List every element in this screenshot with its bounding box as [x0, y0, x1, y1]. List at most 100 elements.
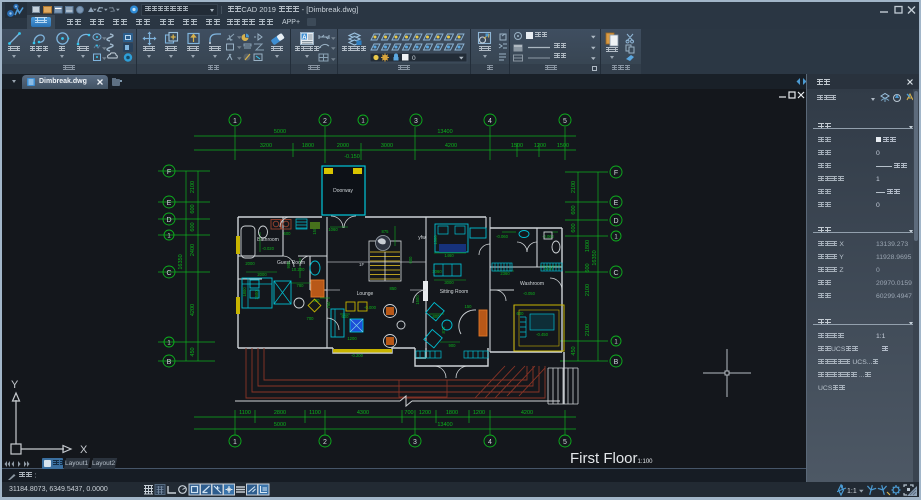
svg-text:900: 900: [449, 343, 457, 348]
svg-text:D: D: [166, 217, 171, 224]
svg-text:1: 1: [233, 118, 237, 125]
svg-text:1200: 1200: [534, 143, 546, 149]
svg-text:B: B: [167, 359, 172, 366]
svg-text:5000: 5000: [274, 422, 286, 428]
svg-text:1800: 1800: [446, 410, 458, 416]
svg-text:4: 4: [488, 118, 492, 125]
svg-text:10.200: 10.200: [292, 267, 305, 272]
svg-text:yfw: yfw: [418, 235, 426, 241]
svg-text:2000: 2000: [245, 261, 255, 266]
svg-text:3: 3: [413, 439, 417, 446]
svg-text:-0.060: -0.060: [496, 234, 509, 239]
svg-text:1100: 1100: [239, 410, 251, 416]
svg-text:2000: 2000: [257, 272, 267, 277]
svg-text:1: 1: [167, 234, 171, 240]
svg-text:Doorway: Doorway: [333, 188, 353, 194]
svg-text:4200: 4200: [445, 143, 457, 149]
svg-text:2100: 2100: [585, 324, 591, 336]
svg-text:-0.450: -0.450: [536, 332, 549, 337]
svg-text:16350: 16350: [178, 254, 184, 269]
svg-text:875: 875: [382, 229, 390, 234]
svg-text:450: 450: [571, 346, 577, 355]
svg-text:600: 600: [408, 256, 413, 264]
svg-text:16350: 16350: [592, 250, 598, 265]
svg-text:450: 450: [190, 347, 196, 356]
svg-text:2100: 2100: [585, 284, 591, 296]
svg-text:700: 700: [404, 410, 413, 416]
svg-text:Bathroom: Bathroom: [257, 237, 279, 243]
svg-text:600: 600: [190, 204, 196, 213]
svg-text:1500: 1500: [433, 235, 438, 245]
svg-text:2360: 2360: [500, 271, 510, 276]
svg-text:F: F: [167, 169, 171, 176]
svg-text:1800: 1800: [585, 240, 591, 252]
svg-text:Y: Y: [11, 379, 19, 391]
svg-text:5: 5: [563, 439, 567, 446]
svg-text:4200: 4200: [521, 410, 533, 416]
svg-text:2400: 2400: [190, 244, 196, 256]
svg-text:E: E: [167, 200, 172, 207]
svg-text:3: 3: [414, 118, 418, 125]
svg-text:3000: 3000: [381, 143, 393, 149]
svg-text:C: C: [613, 270, 618, 277]
svg-text:1: 1: [614, 235, 618, 241]
svg-text:1200: 1200: [473, 410, 485, 416]
svg-text:2800: 2800: [274, 410, 286, 416]
svg-text:5: 5: [563, 118, 567, 125]
svg-text:13400: 13400: [437, 129, 452, 135]
svg-text:1060: 1060: [328, 227, 338, 232]
svg-text:C: C: [166, 270, 171, 277]
svg-text:Sitting Room: Sitting Room: [440, 289, 469, 295]
svg-text:1F: 1F: [359, 262, 365, 267]
svg-text:Lounge: Lounge: [357, 291, 374, 297]
svg-text:1800: 1800: [302, 143, 314, 149]
svg-text:First Floor1:100: First Floor1:100: [570, 450, 653, 467]
svg-text:1800: 1800: [242, 287, 247, 297]
svg-text:2: 2: [323, 439, 327, 446]
svg-text:3000: 3000: [444, 280, 454, 285]
svg-text:600: 600: [585, 263, 591, 272]
svg-text:600: 600: [284, 231, 292, 236]
svg-text:2000: 2000: [337, 143, 349, 149]
svg-text:900: 900: [286, 261, 291, 269]
svg-text:1200: 1200: [347, 336, 357, 341]
svg-text:Washroom: Washroom: [520, 281, 544, 287]
svg-text:700: 700: [307, 316, 315, 321]
svg-text:F: F: [614, 170, 618, 177]
svg-text:750: 750: [326, 301, 331, 309]
svg-text:-0.200: -0.200: [351, 353, 364, 358]
svg-text:D: D: [613, 218, 618, 225]
svg-text:1100: 1100: [309, 410, 321, 416]
svg-text:1500: 1500: [415, 295, 420, 305]
svg-text:-0.050: -0.050: [523, 291, 536, 296]
svg-text:2100: 2100: [190, 181, 196, 193]
svg-text:13400: 13400: [437, 422, 452, 428]
svg-text:B: B: [614, 359, 619, 366]
svg-text:4: 4: [488, 439, 492, 446]
svg-text:850: 850: [390, 286, 398, 291]
svg-text:-0.020: -0.020: [262, 246, 275, 251]
svg-text:600: 600: [190, 222, 196, 231]
svg-text:1: 1: [614, 340, 618, 346]
svg-text:1500: 1500: [557, 143, 569, 149]
svg-text:-0.150: -0.150: [344, 154, 360, 160]
svg-text:1: 1: [233, 439, 237, 446]
svg-text:E: E: [614, 200, 619, 207]
svg-text:780: 780: [297, 283, 305, 288]
svg-text:150: 150: [465, 304, 473, 309]
svg-text:2: 2: [323, 118, 327, 125]
svg-text:600: 600: [571, 223, 577, 232]
svg-text:1: 1: [167, 341, 171, 347]
svg-text:2100: 2100: [571, 181, 577, 193]
svg-text:600: 600: [342, 314, 350, 319]
svg-text:600: 600: [571, 205, 577, 214]
svg-text:-0.000: -0.000: [364, 305, 377, 310]
svg-text:3200: 3200: [260, 143, 272, 149]
svg-text:5000: 5000: [274, 129, 286, 135]
svg-text:1500: 1500: [511, 143, 523, 149]
svg-text:4300: 4300: [357, 410, 369, 416]
svg-text:4200: 4200: [190, 304, 196, 316]
svg-text:600: 600: [517, 311, 525, 316]
svg-text:1460: 1460: [444, 253, 454, 258]
svg-text:1200: 1200: [419, 410, 431, 416]
